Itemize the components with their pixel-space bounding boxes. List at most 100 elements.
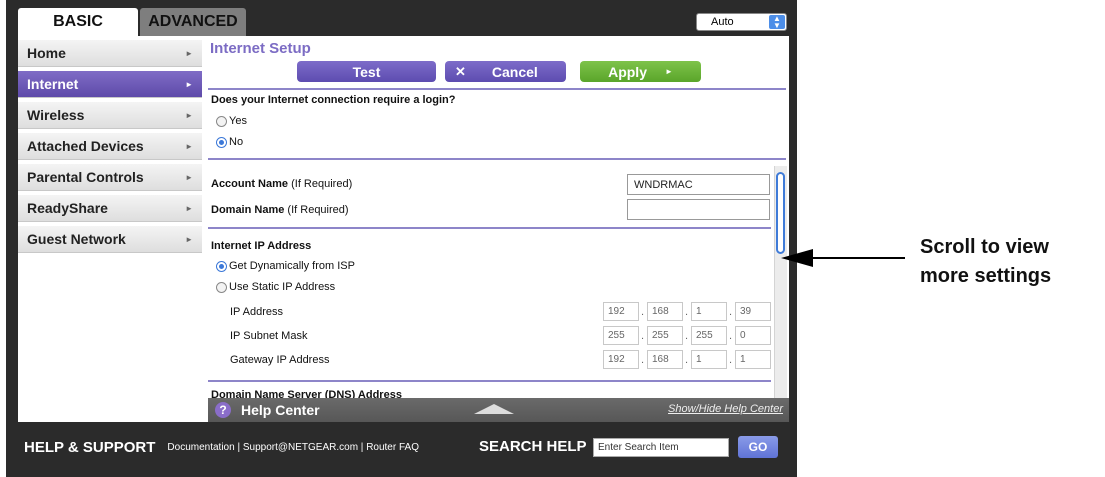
sidebar-item-wireless[interactable]: Wireless ►	[18, 102, 202, 129]
arrow-right-icon: ►	[664, 67, 673, 76]
apply-button[interactable]: Apply ►	[580, 61, 701, 82]
subnet-octet-3[interactable]: 255	[691, 326, 727, 345]
documentation-link[interactable]: Documentation	[167, 442, 234, 453]
annotation-line-2: more settings	[920, 265, 1052, 287]
login-yes-label: Yes	[229, 115, 247, 127]
cancel-button[interactable]: ✕ Cancel	[445, 61, 566, 82]
subnet-label: IP Subnet Mask	[230, 330, 308, 342]
help-support-title: HELP & SUPPORT	[24, 438, 156, 456]
domain-name-row: Domain Name (If Required)	[211, 204, 349, 216]
sidebar-item-readyshare[interactable]: ReadyShare ►	[18, 195, 202, 222]
account-name-label: Account Name	[211, 178, 289, 190]
octet-separator: .	[685, 354, 689, 366]
subnet-octet-1[interactable]: 255	[603, 326, 639, 345]
sidebar-item-label: Wireless	[27, 107, 85, 123]
ip-octet-1[interactable]: 192	[603, 302, 639, 321]
account-name-row: Account Name (If Required)	[211, 178, 352, 190]
sidebar-item-guest-network[interactable]: Guest Network ►	[18, 226, 202, 253]
footer-links: Documentation | Support@NETGEAR.com | Ro…	[167, 441, 419, 453]
search-input[interactable]: Enter Search Item	[593, 438, 729, 457]
sidebar-item-attached-devices[interactable]: Attached Devices ►	[18, 133, 202, 160]
domain-name-field[interactable]	[627, 199, 770, 220]
help-icon: ?	[215, 402, 231, 418]
gateway-octet-1[interactable]: 192	[603, 350, 639, 369]
gateway-octet-2[interactable]: 168	[647, 350, 683, 369]
sidebar-item-home[interactable]: Home ►	[18, 40, 202, 67]
login-no-radio[interactable]	[216, 137, 227, 148]
apply-button-label: Apply	[608, 63, 647, 80]
sidebar-item-label: Parental Controls	[27, 169, 144, 185]
expand-arrow-icon[interactable]	[474, 404, 514, 414]
login-question: Does your Internet connection require a …	[211, 94, 456, 106]
scrollbar-thumb[interactable]	[776, 172, 785, 254]
account-name-field[interactable]: WNDRMAC	[627, 174, 770, 195]
gateway-octet-3[interactable]: 1	[691, 350, 727, 369]
sidebar: Home ► Internet ► Wireless ► Attached Devic…	[18, 40, 202, 257]
octet-separator: .	[685, 330, 689, 342]
divider	[208, 227, 771, 229]
octet-separator: .	[729, 330, 733, 342]
main-panel: Home ► Internet ► Wireless ► Attached Devic…	[18, 36, 789, 422]
sidebar-item-parental-controls[interactable]: Parental Controls ►	[18, 164, 202, 191]
ip-dynamic-radio[interactable]	[216, 261, 227, 272]
footer: HELP & SUPPORT Documentation | Support@N…	[18, 430, 789, 464]
login-no-label: No	[229, 136, 244, 148]
gateway-octet-4[interactable]: 1	[735, 350, 771, 369]
annotation-line	[795, 257, 905, 259]
ip-section-title: Internet IP Address	[211, 240, 312, 252]
help-center-title: Help Center	[241, 402, 320, 418]
close-icon: ✕	[455, 63, 466, 79]
ip-dynamic-label: Get Dynamically from ISP	[229, 260, 355, 272]
chevron-right-icon: ►	[185, 110, 193, 120]
chevron-right-icon: ►	[185, 48, 193, 58]
cancel-button-label: Cancel	[491, 63, 538, 80]
subnet-octet-4[interactable]: 0	[735, 326, 771, 345]
sidebar-item-internet[interactable]: Internet ►	[18, 71, 202, 98]
login-yes-radio[interactable]	[216, 116, 227, 127]
show-hide-help-link[interactable]: Show/Hide Help Center	[668, 403, 783, 415]
octet-separator: .	[729, 354, 733, 366]
sidebar-item-label: Guest Network	[27, 231, 126, 247]
gateway-label: Gateway IP Address	[230, 354, 330, 366]
chevron-right-icon: ►	[185, 79, 193, 89]
search-help-label: SEARCH HELP	[479, 438, 587, 455]
sidebar-item-label: Attached Devices	[27, 138, 144, 154]
divider	[208, 158, 786, 160]
octet-separator: .	[641, 330, 645, 342]
annotation-line-1: Scroll to view	[920, 236, 1049, 258]
sidebar-item-label: ReadyShare	[27, 200, 108, 216]
test-button[interactable]: Test	[297, 61, 436, 82]
ip-octet-4[interactable]: 39	[735, 302, 771, 321]
page-title: Internet Setup	[210, 40, 311, 57]
divider	[208, 88, 786, 90]
scrollbar[interactable]: ▲ ▼	[774, 166, 787, 422]
ip-octet-3[interactable]: 1	[691, 302, 727, 321]
content-area: Internet Setup Test ✕ Cancel Apply ► Doe…	[208, 36, 789, 422]
router-faq-link[interactable]: Router FAQ	[366, 442, 419, 453]
select-arrows-icon: ▲ ▼	[769, 15, 785, 30]
ip-static-label: Use Static IP Address	[229, 281, 336, 293]
sidebar-item-label: Home	[27, 45, 66, 61]
chevron-right-icon: ►	[185, 234, 193, 244]
language-select[interactable]: Auto ▲ ▼	[696, 13, 787, 31]
domain-name-hint: (If Required)	[287, 204, 349, 216]
support-email-link[interactable]: Support@NETGEAR.com	[243, 442, 358, 453]
chevron-right-icon: ►	[185, 203, 193, 213]
octet-separator: .	[729, 306, 733, 318]
tab-basic[interactable]: BASIC	[18, 8, 138, 36]
ip-static-radio[interactable]	[216, 282, 227, 293]
subnet-octet-2[interactable]: 255	[647, 326, 683, 345]
octet-separator: .	[641, 354, 645, 366]
chevron-right-icon: ►	[185, 141, 193, 151]
ip-address-label: IP Address	[230, 306, 283, 318]
chevron-right-icon: ►	[185, 172, 193, 182]
help-center-bar[interactable]: ? Help Center Show/Hide Help Center	[208, 398, 789, 422]
annotation-text: Scroll to view more settings	[920, 233, 1051, 291]
sidebar-item-label: Internet	[27, 76, 79, 92]
domain-name-label: Domain Name	[211, 204, 285, 216]
ip-octet-2[interactable]: 168	[647, 302, 683, 321]
divider	[208, 380, 771, 382]
tab-advanced[interactable]: ADVANCED	[140, 8, 246, 36]
go-button[interactable]: GO	[738, 436, 778, 458]
account-name-hint: (If Required)	[291, 178, 353, 190]
